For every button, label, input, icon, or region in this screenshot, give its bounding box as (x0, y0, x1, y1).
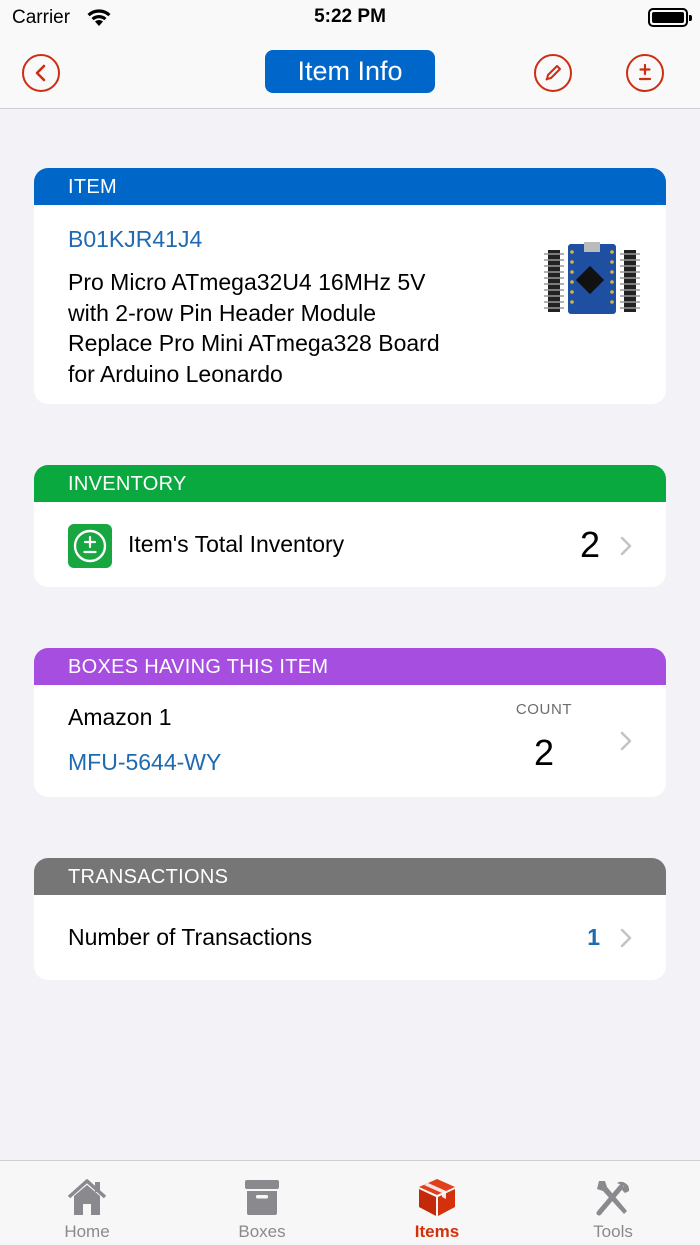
box-name: Amazon 1 (68, 704, 172, 730)
tab-label: Boxes (238, 1222, 286, 1241)
item-title-line: with 2-row Pin Header Module (68, 299, 377, 326)
item-photo (544, 242, 640, 314)
chevron-right-icon (620, 536, 632, 556)
item-title-line: Pro Micro ATmega32U4 16MHz 5V (68, 269, 426, 295)
chevron-left-icon (35, 64, 46, 82)
box-code: MFU-5644-WY (68, 749, 222, 775)
total-inventory-value: 2 (579, 524, 600, 565)
tab-boxes[interactable]: Boxes (202, 1161, 322, 1245)
chevron-right-icon (620, 731, 632, 751)
edit-button[interactable] (534, 54, 572, 92)
tab-bar: Home Boxes Items Tools (0, 1160, 700, 1244)
status-bar: Carrier 5:22 PM (0, 0, 700, 36)
tab-label: Items (414, 1222, 460, 1241)
cube-icon (419, 1179, 455, 1216)
transactions-label: Number of Transactions (68, 924, 313, 950)
tab-home[interactable]: Home (27, 1161, 147, 1245)
item-title-line: for Arduino Leonardo (68, 360, 283, 387)
item-title: Pro Micro ATmega32U4 16MHz 5V with 2-row… (68, 267, 508, 389)
box-row[interactable]: Amazon 1 MFU-5644-WY COUNT 2 (34, 685, 666, 797)
count-value: 2 (533, 732, 555, 773)
pencil-icon (545, 65, 561, 81)
item-card-header: ITEM (34, 168, 666, 205)
transactions-card: TRANSACTIONS Number of Transactions 1 (34, 858, 666, 980)
total-inventory-row[interactable]: Item's Total Inventory 2 (34, 502, 666, 587)
item-code: B01KJR41J4 (68, 226, 203, 252)
item-card: ITEM B01KJR41J4 Pro Micro ATmega32U4 16M… (34, 168, 666, 404)
archive-box-icon (245, 1180, 279, 1215)
back-button[interactable] (22, 54, 60, 92)
tab-tools[interactable]: Tools (553, 1161, 673, 1245)
inventory-card-header: INVENTORY (34, 465, 666, 502)
adjust-inventory-button[interactable] (626, 54, 664, 92)
plus-minus-icon (638, 63, 652, 81)
home-icon (67, 1179, 107, 1215)
navigation-bar: Item Info (0, 36, 700, 109)
tab-label: Home (64, 1222, 110, 1241)
tab-label: Tools (593, 1222, 633, 1241)
total-inventory-label: Item's Total Inventory (128, 531, 345, 557)
boxes-card: BOXES HAVING THIS ITEM Amazon 1 MFU-5644… (34, 648, 666, 797)
battery-icon (648, 8, 692, 27)
clock: 5:22 PM (314, 6, 386, 27)
tools-icon (596, 1181, 630, 1216)
boxes-card-header: BOXES HAVING THIS ITEM (34, 648, 666, 685)
transactions-card-header: TRANSACTIONS (34, 858, 666, 895)
inventory-badge (68, 524, 112, 568)
chevron-right-icon (620, 928, 632, 948)
count-label: COUNT (515, 701, 573, 718)
page-title: Item Info (265, 50, 435, 93)
transactions-count: 1 (587, 924, 600, 950)
transactions-row[interactable]: Number of Transactions 1 (34, 895, 666, 980)
tab-items[interactable]: Items (377, 1161, 497, 1245)
inventory-card: INVENTORY Item's Total Inventory 2 (34, 465, 666, 587)
plus-minus-circle-icon (73, 529, 107, 563)
item-title-line: Replace Pro Mini ATmega328 Board (68, 330, 440, 356)
